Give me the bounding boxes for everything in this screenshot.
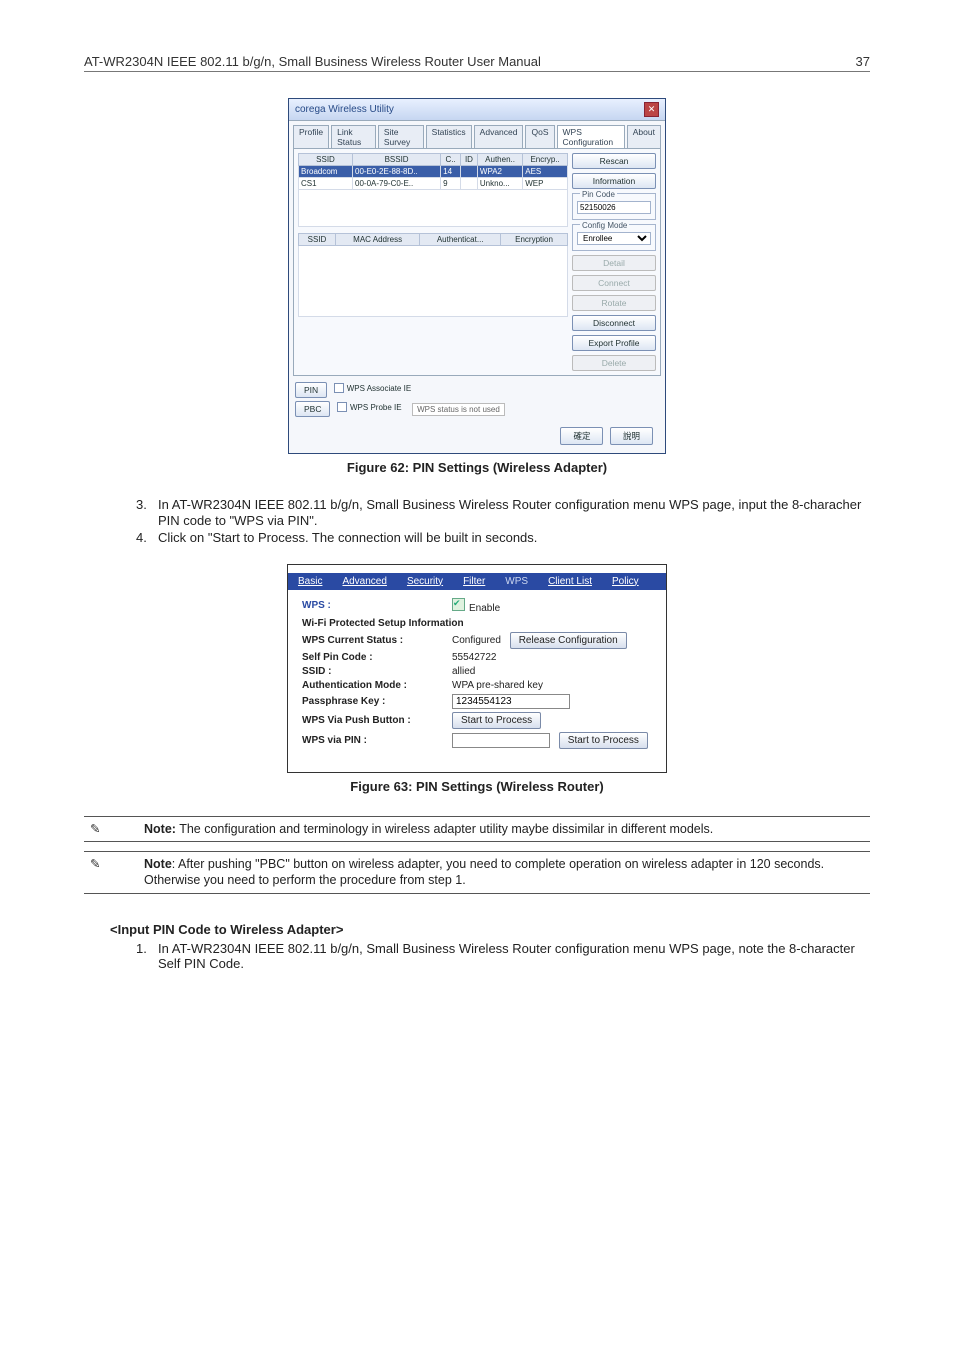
tab-wps-config[interactable]: WPS Configuration <box>557 125 625 148</box>
tab-advanced[interactable]: Advanced <box>474 125 524 148</box>
passphrase-label: Passphrase Key : <box>302 696 452 707</box>
start-process-pin-button[interactable]: Start to Process <box>559 732 648 749</box>
connect-button: Connect <box>572 275 656 291</box>
figure-63-caption: Figure 63: PIN Settings (Wireless Router… <box>84 779 870 794</box>
probe-checkbox[interactable] <box>337 402 347 412</box>
section-heading: <Input PIN Code to Wireless Adapter> <box>110 922 870 937</box>
list-item: 1.In AT-WR2304N IEEE 802.11 b/g/n, Small… <box>136 941 870 972</box>
disconnect-button[interactable]: Disconnect <box>572 315 656 331</box>
enable-label: Enable <box>469 603 500 614</box>
col-enc2: Encryption <box>501 234 568 246</box>
col-encryp: Encryp.. <box>523 154 568 166</box>
col-auth2: Authenticat... <box>420 234 501 246</box>
list-item: 4.Click on "Start to Process. The connec… <box>136 530 870 546</box>
wps-enable-checkbox[interactable] <box>452 598 465 611</box>
pin-button[interactable]: PIN <box>295 382 327 398</box>
auth-mode-label: Authentication Mode : <box>302 680 452 691</box>
close-icon[interactable]: ✕ <box>644 102 659 117</box>
tab-site-survey[interactable]: Site Survey <box>378 125 424 148</box>
col-ssid2: SSID <box>299 234 336 246</box>
push-button-label: WPS Via Push Button : <box>302 715 452 726</box>
tab-client-list[interactable]: Client List <box>538 573 602 590</box>
assoc-checkbox[interactable] <box>334 383 344 393</box>
note-icon: ✎ <box>84 852 138 894</box>
tab-about[interactable]: About <box>627 125 661 148</box>
tab-security[interactable]: Security <box>397 573 453 590</box>
self-pin-label: Self Pin Code : <box>302 652 452 663</box>
profiles-table: SSID MAC Address Authenticat... Encrypti… <box>298 233 568 317</box>
config-mode-select[interactable]: Enrollee <box>577 232 651 245</box>
note-text: Note: After pushing "PBC" button on wire… <box>138 852 870 894</box>
rescan-button[interactable]: Rescan <box>572 153 656 169</box>
doc-title-text: AT-WR2304N IEEE 802.11 b/g/n, Small Busi… <box>84 54 541 69</box>
release-config-button[interactable]: Release Configuration <box>510 632 627 649</box>
current-status-label: WPS Current Status : <box>302 635 452 646</box>
pbc-button[interactable]: PBC <box>295 401 330 417</box>
start-process-push-button[interactable]: Start to Process <box>452 712 541 729</box>
auth-mode-value: WPA pre-shared key <box>452 680 543 691</box>
via-pin-input[interactable] <box>452 733 550 748</box>
information-button[interactable]: Information <box>572 173 656 189</box>
tab-basic[interactable]: Basic <box>288 573 332 590</box>
col-bssid: BSSID <box>353 154 441 166</box>
self-pin-value: 55542722 <box>452 652 497 663</box>
tab-advanced2[interactable]: Advanced <box>332 573 396 590</box>
col-id: ID <box>460 154 477 166</box>
pin-code-input[interactable] <box>577 201 651 214</box>
page-number: 37 <box>856 54 870 69</box>
passphrase-input[interactable] <box>452 694 570 709</box>
networks-table: SSID BSSID C.. ID Authen.. Encryp.. Broa… <box>298 153 568 227</box>
tab-profile[interactable]: Profile <box>293 125 329 148</box>
col-mac: MAC Address <box>336 234 420 246</box>
col-authen: Authen.. <box>477 154 522 166</box>
detail-button: Detail <box>572 255 656 271</box>
table-row[interactable]: Broadcom 00-E0-2E-88-8D.. 14 WPA2 AES <box>299 166 568 178</box>
info-heading: Wi-Fi Protected Setup Information <box>302 618 652 629</box>
note-icon: ✎ <box>84 816 138 841</box>
tab-filter[interactable]: Filter <box>453 573 495 590</box>
pin-code-label: Pin Code <box>580 190 617 199</box>
col-ssid: SSID <box>299 154 353 166</box>
wps-status-text: WPS status is not used <box>412 403 505 416</box>
probe-label: WPS Probe IE <box>350 403 402 412</box>
tab-link-status[interactable]: Link Status <box>331 125 376 148</box>
via-pin-label: WPS via PIN : <box>302 735 452 746</box>
tab-statistics[interactable]: Statistics <box>426 125 472 148</box>
col-c: C.. <box>441 154 461 166</box>
window-title: corega Wireless Utility <box>295 104 394 115</box>
tab-wps[interactable]: WPS <box>495 573 538 590</box>
figure-63-panel: Basic Advanced Security Filter WPS Clien… <box>287 564 667 773</box>
wps-label: WPS : <box>302 600 452 611</box>
rotate-button: Rotate <box>572 295 656 311</box>
export-profile-button[interactable]: Export Profile <box>572 335 656 351</box>
help-button[interactable]: 說明 <box>610 427 653 445</box>
current-status-value: Configured <box>452 635 501 646</box>
tab-policy[interactable]: Policy <box>602 573 649 590</box>
ssid-label: SSID : <box>302 666 452 677</box>
note-text: Note: The configuration and terminology … <box>138 816 870 841</box>
assoc-label: WPS Associate IE <box>347 384 411 393</box>
figure-62-caption: Figure 62: PIN Settings (Wireless Adapte… <box>84 460 870 475</box>
figure-62-window: corega Wireless Utility ✕ Profile Link S… <box>288 98 666 454</box>
ssid-value: allied <box>452 666 475 677</box>
config-mode-label: Config Mode <box>580 221 629 230</box>
tab-qos[interactable]: QoS <box>525 125 554 148</box>
delete-button: Delete <box>572 355 656 371</box>
list-item: 3.In AT-WR2304N IEEE 802.11 b/g/n, Small… <box>136 497 870 528</box>
table-row[interactable]: CS1 00-0A-79-C0-E.. 9 Unkno... WEP <box>299 178 568 190</box>
ok-button[interactable]: 確定 <box>560 427 603 445</box>
